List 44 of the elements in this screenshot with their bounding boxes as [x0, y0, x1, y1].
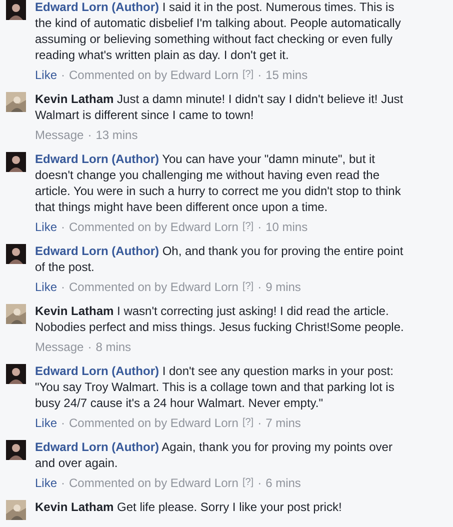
help-link[interactable]: [?]: [242, 67, 254, 83]
like-link[interactable]: Like: [35, 415, 58, 431]
separator-dot: ·: [61, 67, 66, 83]
like-link[interactable]: Like: [35, 67, 58, 83]
separator-dot: ·: [258, 475, 262, 491]
like-link[interactable]: Like: [35, 475, 58, 491]
help-link[interactable]: [?]: [242, 219, 254, 235]
comment-text: Edward Lorn (Author) I said it in the post. Numerous times. This is the kind of automatic disbelief I'm talking about. People automatically assuming or believing something without fact checking or even fully reading what's written plain as day. I don't get it.: [35, 0, 402, 63]
comment-text: Kevin Latham Just a damn minute! I didn't say I didn't believe it! Just Walmart is different since I came to town!: [35, 91, 404, 123]
like-link[interactable]: Like: [35, 219, 58, 235]
help-link[interactable]: [?]: [242, 279, 254, 295]
separator-dot: ·: [258, 279, 262, 295]
separator-dot: ·: [258, 219, 262, 235]
timestamp: 6 mins: [266, 475, 301, 491]
separator-dot: ·: [61, 415, 66, 431]
separator-dot: ·: [61, 219, 66, 235]
comment-text: Kevin Latham Get life please. Sorry I like your post prick!: [35, 499, 343, 515]
commented-by-label: Commented on by Edward Lorn: [69, 219, 238, 235]
separator-dot: ·: [258, 67, 262, 83]
commented-by-label: Commented on by Edward Lorn: [69, 279, 238, 295]
timestamp: 8 mins: [96, 339, 132, 355]
comment-text: Kevin Latham I wasn't correcting just asking! I did read the article. Nobodies perfect and miss things. Jesus fucking Christ!Some people.: [35, 303, 405, 335]
separator-dot: ·: [88, 339, 92, 355]
comment-text: Edward Lorn (Author) I don't see any question marks in your post: "You say Troy Walmart. This is a collage town and that parking lot is busy 24/7 cause it's a 24 hour Walmart. Never empty.": [35, 363, 396, 411]
message-link[interactable]: Message: [35, 127, 84, 143]
timestamp: 13 mins: [96, 127, 138, 143]
timestamp: 9 mins: [266, 279, 301, 295]
comment-text: Edward Lorn (Author) You can have your "damn minute", but it doesn't change you challenging me without having even read the article. You were in such a hurry to correct me you didn't stop to think that things might have been different once upon a time.: [35, 151, 402, 215]
separator-dot: ·: [61, 475, 66, 491]
comment-text: Edward Lorn (Author) Again, thank you for proving my points over and over again.: [35, 439, 394, 471]
commented-by-label: Commented on by Edward Lorn: [69, 415, 238, 431]
timestamp: 10 mins: [266, 219, 308, 235]
separator-dot: ·: [61, 279, 66, 295]
message-link[interactable]: Message: [35, 339, 84, 355]
separator-dot: ·: [258, 415, 262, 431]
timestamp: 15 mins: [266, 67, 308, 83]
commented-by-label: Commented on by Edward Lorn: [69, 475, 238, 491]
commented-by-label: Commented on by Edward Lorn: [69, 67, 238, 83]
help-link[interactable]: [?]: [242, 475, 254, 491]
timestamp: 7 mins: [266, 415, 301, 431]
separator-dot: ·: [88, 127, 92, 143]
like-link[interactable]: Like: [35, 279, 58, 295]
help-link[interactable]: [?]: [242, 415, 254, 431]
comment-text: Edward Lorn (Author) Oh, and thank you for proving the entire point of the post.: [35, 243, 404, 275]
